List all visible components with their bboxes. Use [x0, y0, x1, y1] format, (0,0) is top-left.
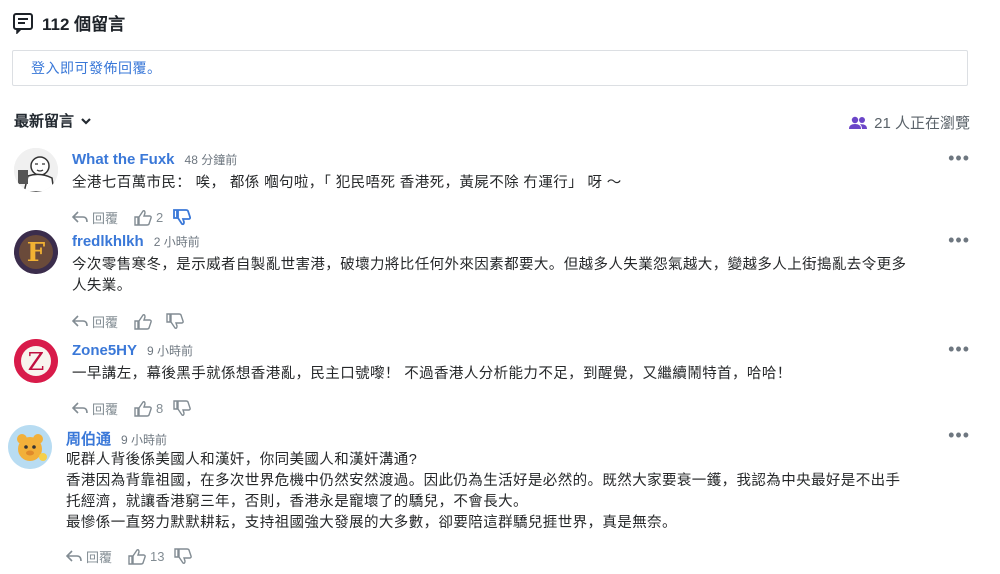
users-icon: [848, 116, 868, 130]
thumbs-down-icon: [166, 312, 184, 330]
comment-author[interactable]: 周伯通: [66, 428, 111, 449]
comment-author[interactable]: What the Fuxk: [72, 151, 175, 168]
viewers-label: 21 人正在瀏覽: [874, 115, 970, 132]
more-options-icon[interactable]: •••: [948, 148, 970, 169]
comment-text-line: 香港因為背靠祖國，在多次世界危機中仍然安然渡過。因此仍為生活好是必然的。既然大家…: [66, 473, 901, 489]
more-options-icon[interactable]: •••: [948, 425, 970, 446]
reply-label: 回覆: [86, 549, 113, 565]
avatar[interactable]: [14, 148, 58, 192]
reply-icon: [72, 314, 88, 328]
comment-time: 48 分鐘前: [184, 153, 238, 167]
reply-label: 回覆: [92, 314, 119, 330]
like-button[interactable]: 8: [134, 400, 163, 417]
like-button[interactable]: 13: [128, 548, 164, 565]
reply-icon: [72, 210, 88, 224]
chevron-down-icon: [80, 115, 92, 127]
avatar[interactable]: Z: [14, 339, 58, 383]
like-count: 2: [156, 209, 164, 225]
comment-author[interactable]: fredlkhlkh: [72, 233, 144, 250]
reply-button[interactable]: 回覆: [72, 208, 118, 227]
reply-icon: [72, 401, 88, 415]
thumbs-up-icon: [134, 313, 152, 330]
more-options-icon[interactable]: •••: [948, 339, 970, 360]
thumbs-down-icon: [173, 399, 192, 417]
comment-text-line: 人失業。: [72, 278, 132, 294]
thumbs-up-icon: [128, 548, 146, 565]
comment-time: 2 小時前: [153, 235, 200, 249]
comment-text-line: 今次零售寒冬，是示威者自製亂世害港，破壞力將比任何外來因素都要大。但越多人失業怨…: [72, 257, 907, 273]
svg-text:Z: Z: [28, 348, 45, 376]
comment-time: 9 小時前: [121, 433, 168, 447]
comment-text-line: 一早講左，幕後黑手就係想香港亂，民主口號嚟！ 不過香港人分析能力不足，到醒覺，又…: [72, 366, 792, 382]
reply-button[interactable]: 回覆: [72, 399, 118, 418]
reply-icon: [66, 549, 82, 563]
comment-text-line: 全港七百萬市民： 唉， 都係 嗰句啦，「 犯民唔死 香港死，黃屍不除 冇運行」 …: [72, 175, 622, 191]
reply-button[interactable]: 回覆: [66, 547, 112, 566]
like-count: 13: [150, 548, 165, 564]
reply-label: 回覆: [92, 210, 119, 226]
comment-text: 呢群人背後係美國人和漢奸，你同美國人和漢奸溝通? 香港因為背靠祖國，在多次世界危…: [66, 450, 970, 534]
sort-label: 最新留言: [14, 113, 75, 130]
avatar[interactable]: [8, 425, 52, 469]
comment-time: 9 小時前: [147, 344, 194, 358]
like-count: 8: [156, 400, 164, 416]
comments-header: 112 個留言: [12, 10, 125, 35]
comment-text: 一早講左，幕後黑手就係想香港亂，民主口號嚟！ 不過香港人分析能力不足，到醒覺，又…: [72, 364, 970, 385]
login-link[interactable]: 登入即可發佈回覆。: [31, 58, 162, 78]
dislike-button[interactable]: [173, 399, 192, 417]
comment-text: 今次零售寒冬，是示威者自製亂世害港，破壞力將比任何外來因素都要大。但越多人失業怨…: [72, 255, 970, 297]
thumbs-down-icon: [174, 547, 193, 565]
dislike-button[interactable]: [173, 208, 192, 226]
comment-text: 全港七百萬市民： 唉， 都係 嗰句啦，「 犯民唔死 香港死，黃屍不除 冇運行」 …: [72, 173, 970, 194]
comment-text-line: 呢群人背後係美國人和漢奸，你同美國人和漢奸溝通?: [66, 452, 418, 468]
thumbs-down-icon: [173, 208, 192, 226]
like-button[interactable]: [134, 313, 156, 330]
viewers-count: 21 人正在瀏覽: [848, 112, 970, 133]
reply-label: 回覆: [92, 401, 119, 417]
comment-author[interactable]: Zone5HY: [72, 342, 137, 359]
login-prompt-box[interactable]: 登入即可發佈回覆。: [12, 50, 968, 86]
comments-count-title: 112 個留言: [42, 15, 126, 34]
sort-dropdown[interactable]: 最新留言: [14, 110, 92, 131]
avatar[interactable]: F: [14, 230, 58, 274]
thumbs-up-icon: [134, 400, 152, 417]
comment-text-line: 托經濟，就讓香港窮三年，否則，香港永是寵壞了的驕兒，不會長大。: [66, 494, 528, 510]
like-button[interactable]: 2: [134, 209, 163, 226]
reply-button[interactable]: 回覆: [72, 312, 118, 331]
more-options-icon[interactable]: •••: [948, 230, 970, 251]
thumbs-up-icon: [134, 209, 152, 226]
comment-icon: [12, 12, 34, 34]
dislike-button[interactable]: [174, 547, 193, 565]
comment-text-line: 最慘係一直努力默默耕耘，支持祖國強大發展的大多數，卻要陪這群驕兒捱世界，真是無奈…: [66, 515, 677, 531]
svg-text:F: F: [27, 238, 46, 268]
dislike-button[interactable]: [166, 312, 184, 330]
